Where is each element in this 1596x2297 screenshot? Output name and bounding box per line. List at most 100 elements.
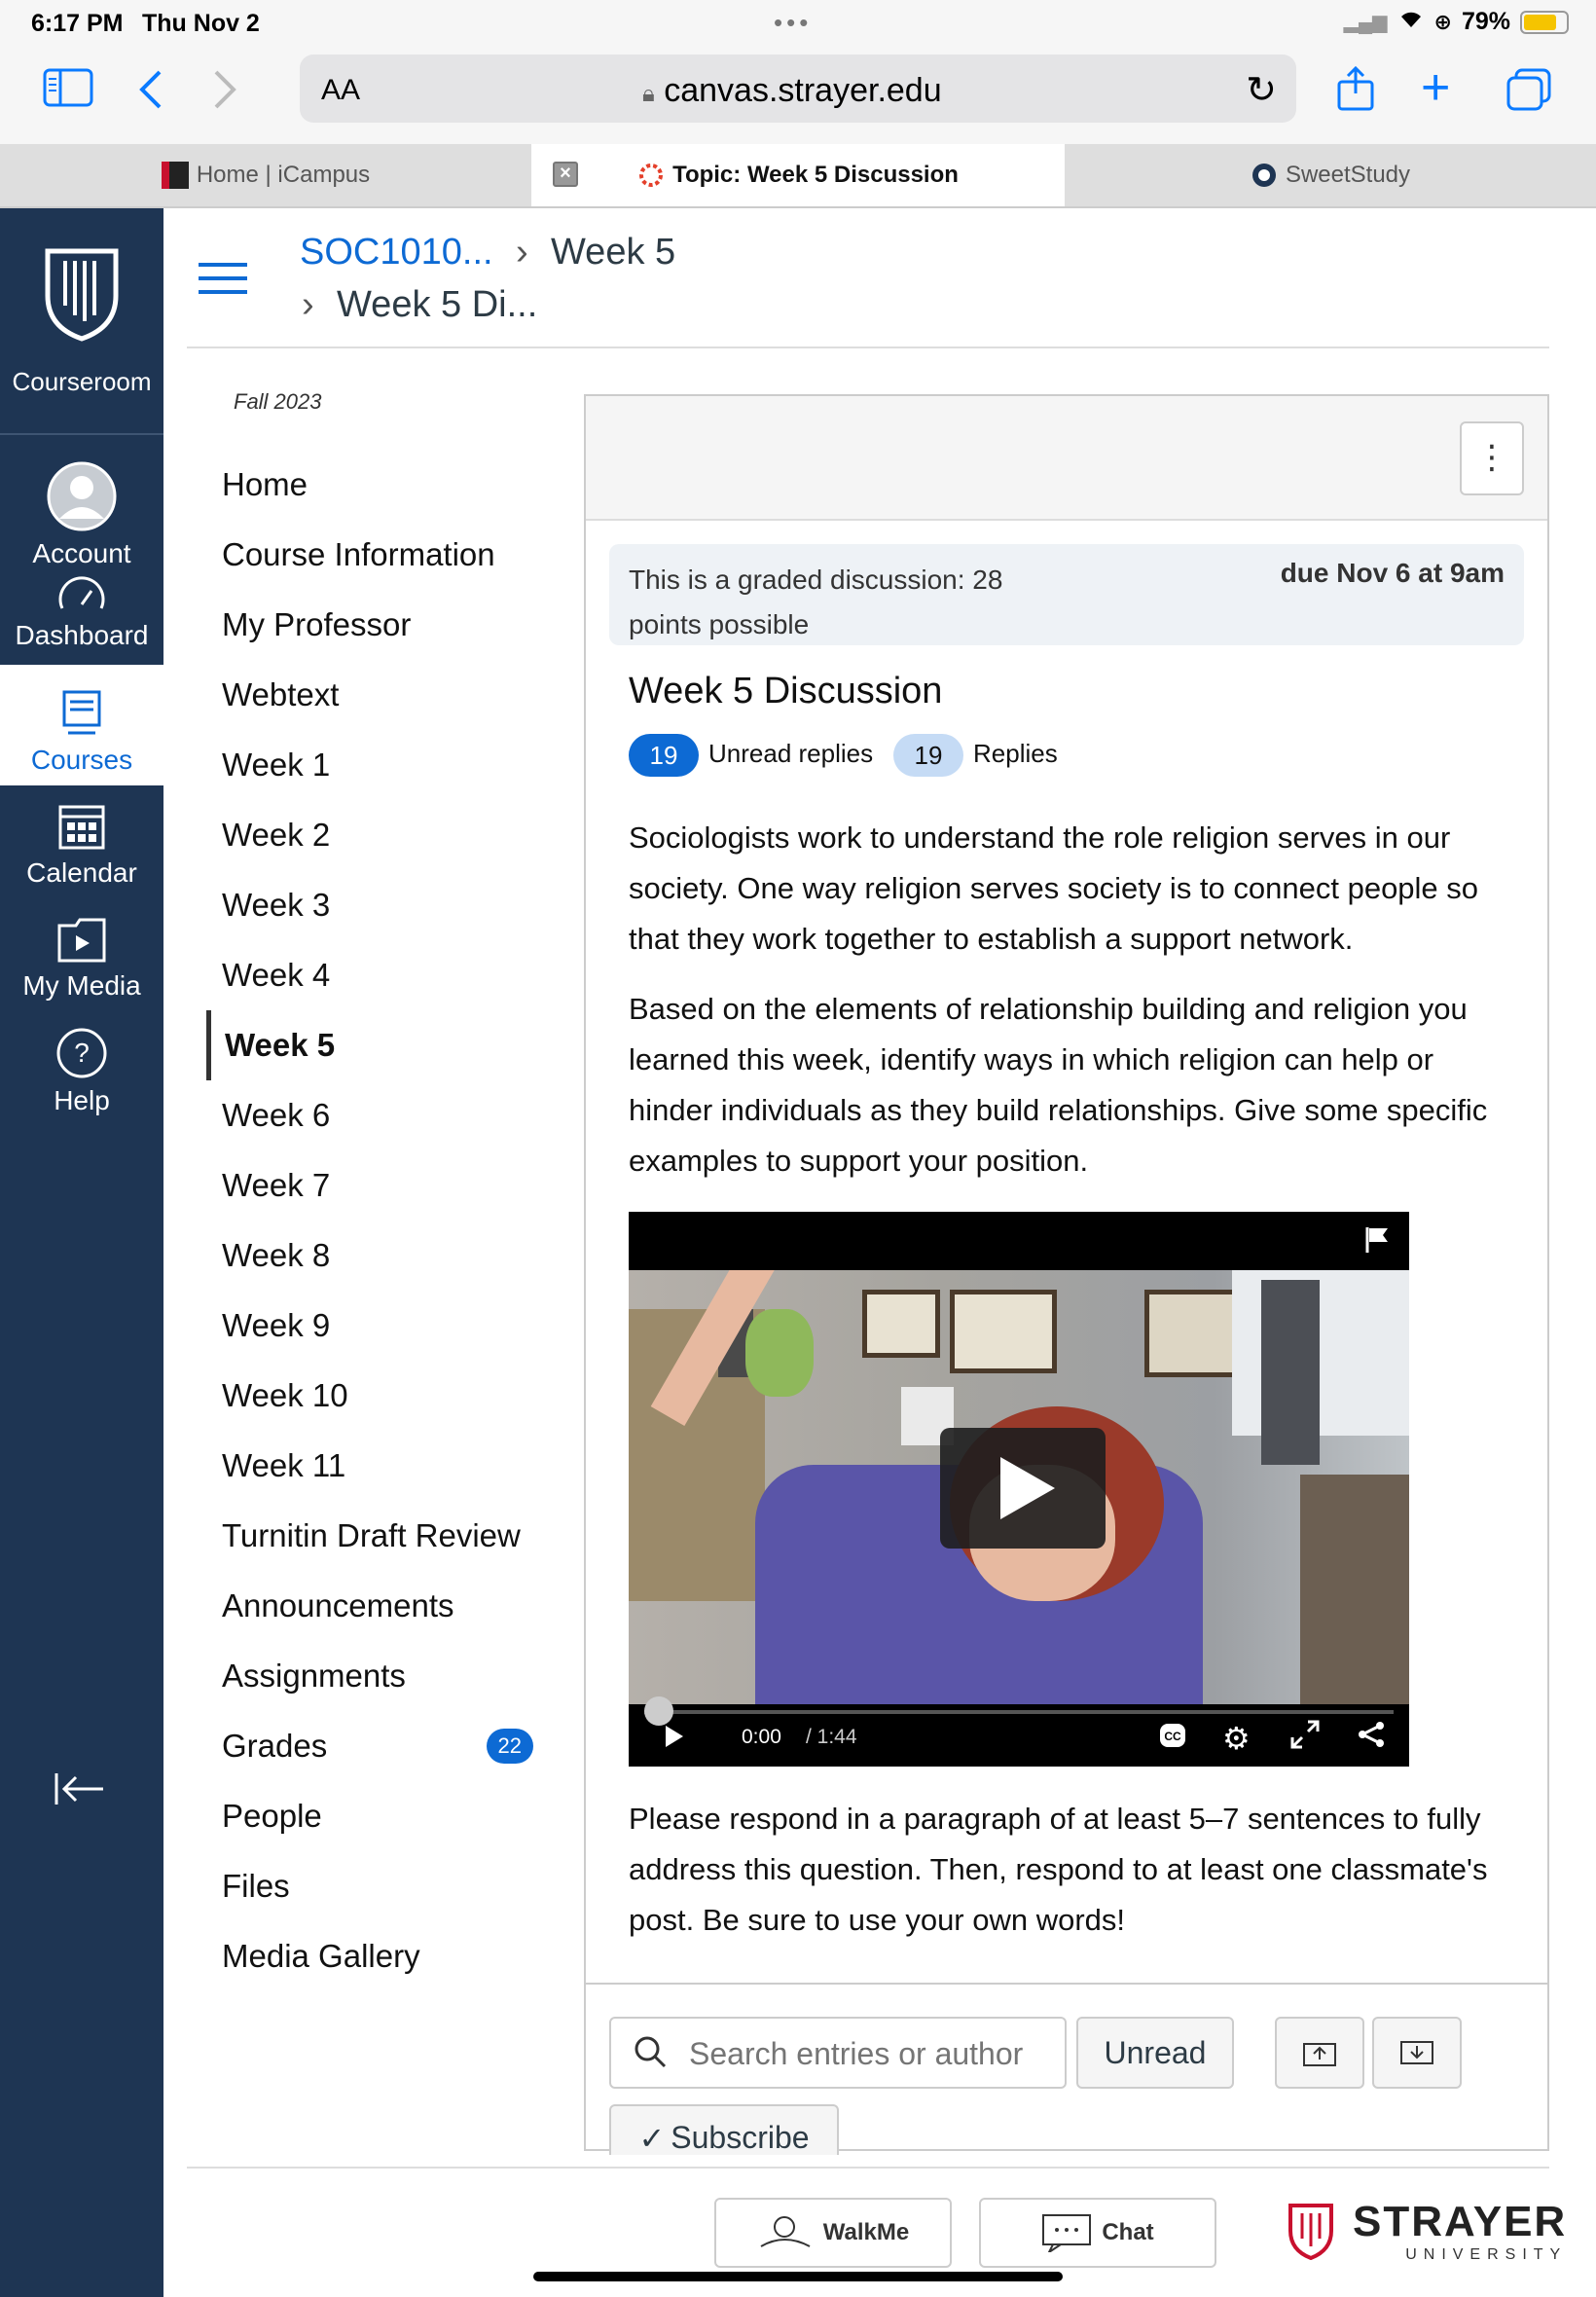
fullscreen-icon[interactable] <box>1290 1720 1320 1754</box>
course-nav-webtext[interactable]: Webtext <box>210 660 541 730</box>
course-nav-week-1[interactable]: Week 1 <box>210 730 541 800</box>
course-nav-week-5[interactable]: Week 5 <box>206 1010 541 1080</box>
share-icon[interactable] <box>1357 1720 1386 1754</box>
walkme-button[interactable]: WalkMe <box>714 2198 952 2268</box>
search-icon <box>633 2034 668 2077</box>
breadcrumb-week[interactable]: Week 5 <box>551 232 675 273</box>
close-tab-icon[interactable]: × <box>553 162 578 187</box>
address-bar[interactable]: AA 🔒︎ canvas.strayer.edu ↻ <box>300 55 1296 123</box>
nav-my-media[interactable]: My Media <box>0 900 163 1015</box>
play-icon[interactable] <box>664 1724 685 1754</box>
video-progress-bar[interactable] <box>644 1696 1394 1726</box>
course-nav-my-professor[interactable]: My Professor <box>210 590 541 660</box>
course-nav-week-8[interactable]: Week 8 <box>210 1221 541 1291</box>
breadcrumb-current: Week 5 Di... <box>337 284 538 325</box>
multitasking-dots[interactable]: ••• <box>774 8 812 38</box>
course-nav-announcements[interactable]: Announcements <box>210 1571 541 1641</box>
reader-aa-button[interactable]: AA <box>321 74 360 107</box>
course-nav-grades[interactable]: Grades 22 <box>210 1711 541 1781</box>
nav-help[interactable]: ? Help <box>0 1015 163 1130</box>
nav-calendar[interactable]: Calendar <box>0 785 163 900</box>
tab-sweetstudy[interactable]: SweetStudy <box>1065 144 1596 206</box>
strayer-wordmark: STRAYER <box>1353 2198 1568 2245</box>
more-options-icon[interactable]: ⋮ <box>1460 421 1524 495</box>
global-nav: Courseroom Account Dashboard Courses Cal… <box>0 208 163 2297</box>
collapse-all-button[interactable] <box>1372 2017 1462 2089</box>
course-nav-people[interactable]: People <box>210 1781 541 1851</box>
captions-icon[interactable]: CC <box>1158 1722 1187 1754</box>
upload-icon <box>1303 2043 1336 2066</box>
course-nav-week-2[interactable]: Week 2 <box>210 800 541 870</box>
flag-icon[interactable] <box>1364 1225 1390 1259</box>
course-nav-week-10[interactable]: Week 10 <box>210 1361 541 1431</box>
course-nav-week-6[interactable]: Week 6 <box>210 1080 541 1150</box>
collapse-nav-icon[interactable] <box>53 1769 107 1813</box>
video-player[interactable]: 0:00 / 1:44 CC ⚙ <box>629 1212 1409 1767</box>
unread-label: Unread replies <box>708 739 874 768</box>
subscribe-button[interactable]: ✓ Subscribe <box>609 2104 839 2155</box>
hamburger-menu-icon[interactable] <box>199 263 247 294</box>
home-indicator[interactable] <box>533 2272 1063 2281</box>
course-nav-week-4[interactable]: Week 4 <box>210 940 541 1010</box>
tab-icampus[interactable]: Home | iCampus <box>0 144 531 206</box>
graded-text: This is a graded discussion: 28 points p… <box>629 565 1003 639</box>
course-nav-week-11[interactable]: Week 11 <box>210 1431 541 1501</box>
course-nav-assignments[interactable]: Assignments <box>210 1641 541 1711</box>
share-icon[interactable] <box>1335 65 1376 119</box>
course-nav-week-7[interactable]: Week 7 <box>210 1150 541 1221</box>
chat-button[interactable]: Chat <box>979 2198 1216 2268</box>
breadcrumb-course[interactable]: SOC1010... <box>300 232 493 273</box>
video-scrubber[interactable] <box>644 1696 673 1726</box>
search-input[interactable] <box>689 2032 1049 2075</box>
discussion-header: ⋮ <box>586 396 1547 521</box>
toolbar-divider <box>586 1983 1547 1985</box>
prompt-paragraph-3: Please respond in a paragraph of at leas… <box>629 1802 1488 1937</box>
new-tab-icon[interactable]: + <box>1421 62 1450 113</box>
status-bar: 6:17 PM Thu Nov 2 ••• ▂▄▆ ⊕ 79% <box>0 0 1596 49</box>
nav-courses[interactable]: Courses <box>0 665 163 785</box>
strayer-subtitle: UNIVERSITY <box>1405 2246 1568 2263</box>
icampus-favicon-icon <box>161 162 189 189</box>
url-text[interactable]: 🔒︎ canvas.strayer.edu <box>642 72 942 110</box>
courseroom-logo[interactable]: Courseroom <box>0 208 163 435</box>
unread-filter-button[interactable]: Unread <box>1076 2017 1234 2089</box>
reload-icon[interactable]: ↻ <box>1246 68 1277 112</box>
term-label: Fall 2023 <box>234 389 322 414</box>
breadcrumb: SOC1010... › Week 5 › Week 5 Di... <box>187 208 1549 348</box>
account-icon <box>47 461 117 531</box>
calendar-icon <box>58 805 105 850</box>
course-nav-files[interactable]: Files <box>210 1851 541 1921</box>
battery-percent: 79% <box>1461 8 1510 35</box>
svg-text:CC: CC <box>1164 1730 1181 1743</box>
nav-account[interactable]: Account <box>0 435 163 568</box>
walkme-icon <box>760 2216 811 2247</box>
location-icon: ⊕ <box>1433 9 1452 34</box>
chevron-right-icon: › <box>302 284 314 325</box>
back-icon[interactable] <box>136 68 165 119</box>
course-nav-home[interactable]: Home <box>210 450 541 520</box>
forward-icon[interactable] <box>210 68 239 119</box>
course-nav-week-3[interactable]: Week 3 <box>210 870 541 940</box>
course-nav-course-information[interactable]: Course Information <box>210 520 541 590</box>
tabs-overview-icon[interactable] <box>1506 68 1551 119</box>
sidebar-toggle-icon[interactable] <box>43 68 93 115</box>
chevron-right-icon: › <box>516 232 528 273</box>
strayer-shield-icon <box>1288 2204 1333 2260</box>
battery-icon <box>1520 10 1569 34</box>
download-icon <box>1400 2041 1433 2064</box>
course-nav-media-gallery[interactable]: Media Gallery <box>210 1921 541 1991</box>
course-nav-week-9[interactable]: Week 9 <box>210 1291 541 1361</box>
search-box[interactable] <box>609 2017 1067 2089</box>
expand-all-button[interactable] <box>1275 2017 1364 2089</box>
settings-gear-icon[interactable]: ⚙ <box>1222 1720 1251 1757</box>
play-button-overlay[interactable] <box>940 1428 1106 1549</box>
unread-count-badge: 19 <box>629 734 699 777</box>
media-icon <box>57 918 106 963</box>
grades-count-badge: 22 <box>486 1729 533 1764</box>
tab-week5-discussion[interactable]: × Topic: Week 5 Discussion <box>531 144 1065 206</box>
replies-label: Replies <box>973 739 1058 768</box>
courses-icon <box>62 690 101 735</box>
course-nav-turnitin-draft-review[interactable]: Turnitin Draft Review <box>210 1501 541 1571</box>
checkmark-icon: ✓ <box>638 2121 666 2155</box>
discussion-title: Week 5 Discussion <box>629 671 943 711</box>
